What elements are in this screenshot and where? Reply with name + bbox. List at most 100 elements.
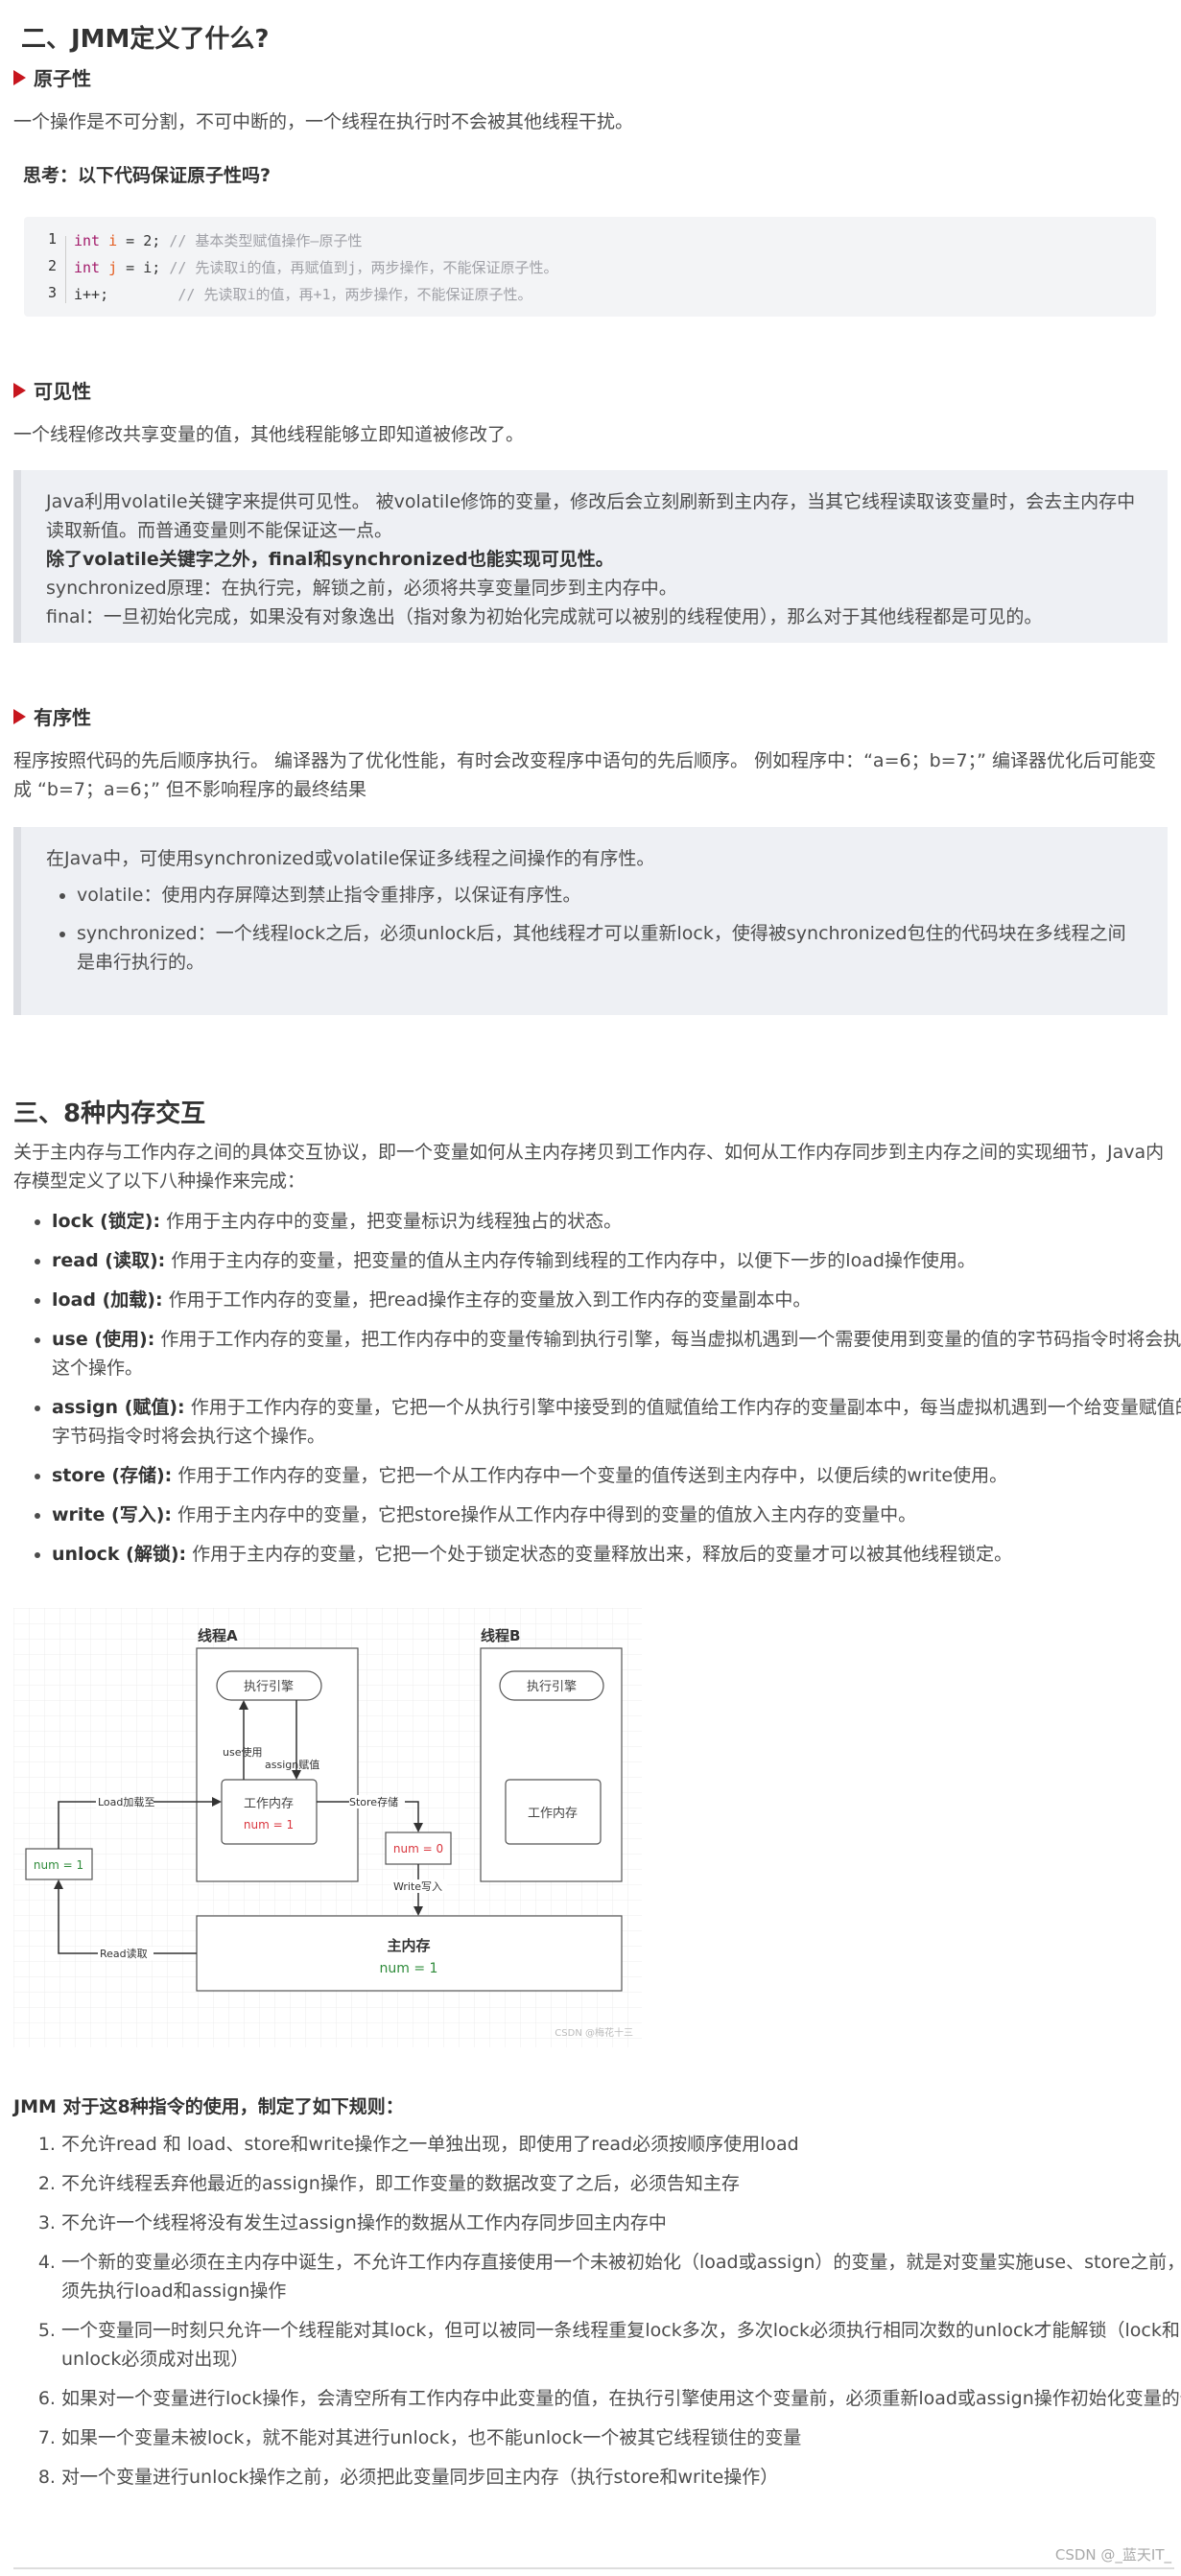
ordering-quote: 在Java中，可使用synchronized或volatile保证多线程之间操作… [13,827,1168,1015]
diagram-watermark: CSDN @梅花十三 [555,2026,633,2039]
heading-visibility-label: 可见性 [34,380,91,403]
op-desc: 作用于主内存中的变量，它把store操作从工作内存中得到的变量的值放入主内存的变… [172,1504,917,1525]
working-memory-a [221,1779,318,1845]
code-variable: i [108,232,118,249]
working-memory-a-value: num = 1 [244,1818,294,1832]
engine-a-label: 执行引擎 [244,1680,294,1694]
use-label: use使用 [223,1746,262,1759]
rule-item: 一个新的变量必须在主内存中诞生，不允许工作内存直接使用一个未被初始化（load或… [61,2248,1181,2305]
quote-line: Java利用volatile关键字来提供可见性。 被volatile修饰的变量，… [46,491,1136,541]
read-value-text: num = 1 [34,1858,83,1872]
list-item: write (写入): 作用于主内存中的变量，它把store操作从工作内存中得到… [52,1501,1181,1529]
list-item: read (读取): 作用于主内存的变量，把变量的值从主内存传输到线程的工作内存… [52,1246,1181,1275]
rule-item: 如果一个变量未被lock，就不能对其进行unlock，也不能unlock一个被其… [61,2423,1181,2452]
read-label: Read读取 [100,1947,148,1960]
code-comment: // 先读取i的值，再赋值到j，两步操作，不能保证原子性。 [169,259,558,276]
quote-line: final：一旦初始化完成，如果没有对象逸出（指对象为初始化完成就可以被别的线程… [46,606,1043,627]
code-text: = i; [117,259,170,276]
ordering-list: volatile：使用内存屏障达到禁止指令重排序，以保证有序性。 synchro… [46,881,1143,977]
op-desc: 作用于工作内存的变量，把read操作主存的变量放入到工作内存的变量副本中。 [162,1289,812,1311]
section3-intro: 关于主内存与工作内存之间的具体交互协议，即一个变量如何从主内存拷贝到工作内存、如… [13,1142,1165,1192]
section-title-memory-interaction: 三、8种内存交互 [13,1099,206,1128]
jmm-diagram: 线程A 执行引擎 工作内存 num = 1 use使用 assign赋值 线程B… [13,1608,642,2047]
list-item: volatile：使用内存屏障达到禁止指令重排序，以保证有序性。 [77,881,1143,910]
write-label: Write写入 [393,1880,442,1893]
list-item: use (使用): 作用于工作内存的变量，把工作内存中的变量传输到执行引擎，每当… [52,1325,1181,1383]
store-label: Store存储 [349,1795,398,1808]
ordering-description: 程序按照代码的先后顺序执行。 编译器为了优化性能，有时会改变程序中语句的先后顺序… [13,750,1157,800]
code-keyword: int [74,259,101,276]
rules-list: 不允许read 和 load、store和write操作之一单独出现，即使用了r… [13,2130,1181,2502]
heading-atomicity: 原子性 [13,63,91,91]
rule-item: 不允许一个线程将没有发生过assign操作的数据从工作内存同步回主内存中 [61,2209,1181,2237]
quote-bold-line: 除了volatile关键字之外，final和synchronized也能实现可见… [46,549,614,570]
operations-list: lock (锁定): 作用于主内存中的变量，把变量标识为线程独占的状态。 rea… [13,1207,1181,1579]
code-comment: // 先读取i的值，再+1，两步操作，不能保证原子性。 [177,286,532,303]
heading-ordering-label: 有序性 [34,706,91,729]
code-block: 1 int i = 2; // 基本类型赋值操作—原子性 2 int j = i… [24,217,1156,317]
list-item: assign (赋值): 作用于工作内存的变量，它把一个从执行引擎中接受到的值赋… [52,1393,1181,1451]
assign-label: assign赋值 [265,1759,319,1771]
op-desc: 作用于工作内存的变量，它把一个从工作内存中一个变量的值传送到主内存中，以便后续的… [172,1465,1008,1486]
rule-item: 对一个变量进行unlock操作之前，必须把此变量同步回主内存（执行store和w… [61,2463,1181,2492]
triangle-marker-icon [13,708,26,724]
code-line: int j = i; // 先读取i的值，再赋值到j，两步操作，不能保证原子性。 [74,257,558,277]
op-desc: 作用于主内存的变量，把变量的值从主内存传输到线程的工作内存中，以便下一步的loa… [165,1250,976,1271]
rule-item: 不允许线程丢弃他最近的assign操作，即工作变量的数据改变了之后，必须告知主存 [61,2169,1181,2198]
rule-item: 不允许read 和 load、store和write操作之一单独出现，即使用了r… [61,2130,1181,2159]
list-item: lock (锁定): 作用于主内存中的变量，把变量标识为线程独占的状态。 [52,1207,1181,1236]
code-text: = 2; [117,232,170,249]
rules-title: JMM 对于这8种指令的使用，制定了如下规则： [13,2096,404,2117]
quote-intro: 在Java中，可使用synchronized或volatile保证多线程之间操作… [46,848,655,869]
diagram-svg: 线程A 执行引擎 工作内存 num = 1 use使用 assign赋值 线程B… [13,1608,642,2047]
op-name: read (读取): [52,1250,166,1271]
code-gutter [65,236,66,303]
op-name: lock (锁定): [52,1211,161,1232]
triangle-marker-icon [13,69,26,85]
code-comment: // 基本类型赋值操作—原子性 [169,232,363,249]
op-name: load (加载): [52,1289,163,1311]
heading-atomicity-label: 原子性 [34,67,91,90]
op-desc: 作用于主内存中的变量，把变量标识为线程独占的状态。 [160,1211,623,1232]
triangle-marker-icon [13,382,26,398]
section-title-jmm: 二、JMM定义了什么? [21,25,270,54]
op-name: assign (赋值): [52,1397,185,1418]
divider [13,2567,1174,2569]
visibility-quote: Java利用volatile关键字来提供可见性。 被volatile修饰的变量，… [13,470,1168,643]
op-desc: 作用于工作内存的变量，它把一个从执行引擎中接受到的值赋值给工作内存的变量副本中，… [52,1397,1181,1447]
line-number: 2 [47,257,57,274]
working-memory-a-label: 工作内存 [244,1796,294,1811]
op-name: store (存储): [52,1465,173,1486]
list-item: load (加载): 作用于工作内存的变量，把read操作主存的变量放入到工作内… [52,1286,1181,1314]
thread-b-label: 线程B [481,1627,520,1644]
line-number: 1 [47,230,57,248]
rule-item: 一个变量同一时刻只允许一个线程能对其lock，但可以被同一条线程重复lock多次… [61,2316,1181,2374]
rule-item: 如果对一个变量进行lock操作，会清空所有工作内存中此变量的值，在执行引擎使用这… [61,2384,1181,2413]
code-line: i++; // 先读取i的值，再+1，两步操作，不能保证原子性。 [74,284,532,304]
op-name: unlock (解锁): [52,1544,187,1565]
load-label: Load加载至 [98,1796,154,1808]
heading-ordering: 有序性 [13,702,91,730]
code-variable: j [108,259,118,276]
thread-a-label: 线程A [198,1627,238,1644]
csdn-watermark: CSDN @_蓝天IT_ [1054,2546,1171,2564]
store-value-text: num = 0 [393,1842,443,1855]
quote-line: synchronized原理：在执行完，解锁之前，必须将共享变量同步到主内存中。 [46,578,677,599]
op-desc: 作用于工作内存的变量，把工作内存中的变量传输到执行引擎，每当虚拟机遇到一个需要使… [52,1329,1181,1379]
code-line: int i = 2; // 基本类型赋值操作—原子性 [74,230,362,250]
main-memory-label: 主内存 [387,1937,430,1954]
code-keyword: int [74,232,101,249]
code-text: i++; [74,286,178,303]
list-item: synchronized：一个线程lock之后，必须unlock后，其他线程才可… [77,919,1143,977]
line-number: 3 [47,284,57,301]
op-desc: 作用于主内存的变量，它把一个处于锁定状态的变量释放出来，释放后的变量才可以被其他… [186,1544,1013,1565]
list-item: unlock (解锁): 作用于主内存的变量，它把一个处于锁定状态的变量释放出来… [52,1540,1181,1569]
engine-b-label: 执行引擎 [527,1680,577,1694]
main-memory-value: num = 1 [380,1961,438,1976]
working-memory-b-label: 工作内存 [528,1806,578,1821]
list-item: store (存储): 作用于工作内存的变量，它把一个从工作内存中一个变量的值传… [52,1461,1181,1490]
heading-visibility: 可见性 [13,376,91,404]
op-name: write (写入): [52,1504,172,1525]
think-question: 思考：以下代码保证原子性吗? [23,165,272,186]
visibility-description: 一个线程修改共享变量的值，其他线程能够立即知道被修改了。 [13,424,525,445]
